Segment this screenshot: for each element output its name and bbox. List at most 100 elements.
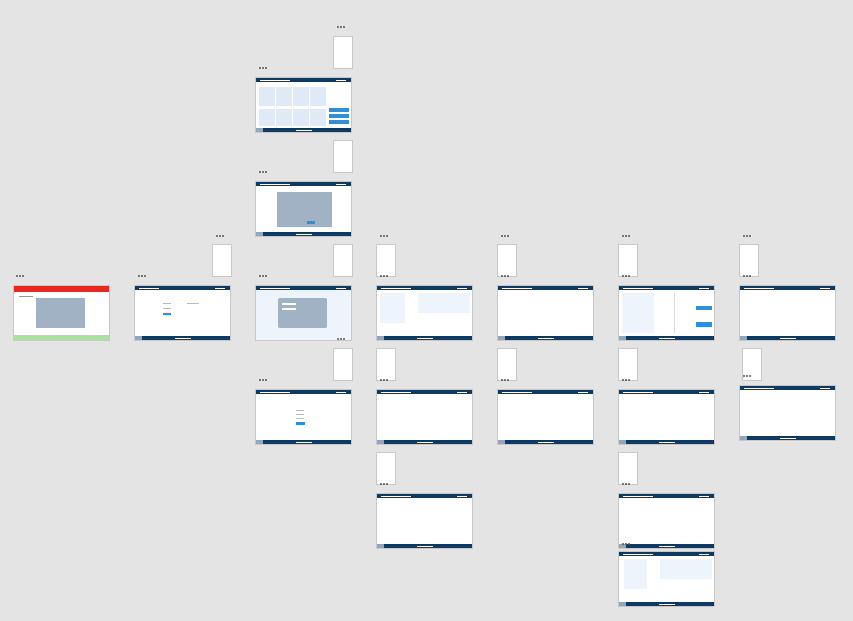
header-bar xyxy=(377,286,472,290)
more-icon[interactable] xyxy=(743,235,752,238)
screen-dashboard[interactable] xyxy=(255,77,352,133)
header-bar xyxy=(740,386,835,390)
more-icon[interactable] xyxy=(622,543,631,546)
header-bar xyxy=(740,286,835,290)
more-icon[interactable] xyxy=(216,235,225,238)
divider xyxy=(674,293,675,333)
login-field[interactable] xyxy=(282,303,296,305)
note-card xyxy=(333,348,353,381)
footer-bar xyxy=(135,336,230,340)
header-bar xyxy=(256,78,351,82)
action-button[interactable] xyxy=(696,322,712,327)
header-bar xyxy=(498,286,593,290)
screen-blank[interactable] xyxy=(497,285,594,341)
note-card xyxy=(497,348,517,381)
footer-bar xyxy=(256,128,351,132)
card xyxy=(293,109,309,126)
more-icon[interactable] xyxy=(380,379,389,382)
side-panel xyxy=(380,293,405,323)
form-field xyxy=(163,303,171,304)
more-icon[interactable] xyxy=(337,338,346,341)
action-button[interactable] xyxy=(329,120,349,124)
modal-dialog xyxy=(277,192,332,227)
note-card xyxy=(497,244,517,277)
screen-modal[interactable] xyxy=(255,181,352,237)
screen-login[interactable] xyxy=(255,285,352,341)
screen-blank[interactable] xyxy=(497,389,594,445)
content-panel xyxy=(418,293,470,313)
screen-blank[interactable] xyxy=(618,493,715,549)
confirm-button[interactable] xyxy=(307,221,315,224)
footer-bar xyxy=(377,440,472,444)
content-panel xyxy=(660,559,712,579)
screen-blank[interactable] xyxy=(739,285,836,341)
side-panel xyxy=(622,293,654,333)
submit-button[interactable] xyxy=(163,313,171,315)
card xyxy=(293,87,309,106)
screen-form[interactable] xyxy=(134,285,231,341)
note-card xyxy=(212,244,232,277)
screen-blank[interactable] xyxy=(618,389,715,445)
save-button[interactable] xyxy=(296,422,305,425)
card xyxy=(259,87,275,106)
more-icon[interactable] xyxy=(380,275,389,278)
header-bar xyxy=(498,390,593,394)
footer-bar xyxy=(256,232,351,236)
more-icon[interactable] xyxy=(259,171,268,174)
screen-error[interactable] xyxy=(13,285,110,341)
card xyxy=(310,87,326,106)
screen-blank[interactable] xyxy=(376,493,473,549)
card xyxy=(276,109,292,126)
more-icon[interactable] xyxy=(501,275,510,278)
more-icon[interactable] xyxy=(622,483,631,486)
screen-list-detail[interactable] xyxy=(618,551,715,607)
footer-bar xyxy=(619,602,714,606)
action-button[interactable] xyxy=(329,114,349,118)
footer-bar xyxy=(619,544,714,548)
more-icon[interactable] xyxy=(380,235,389,238)
header-bar xyxy=(619,286,714,290)
more-icon[interactable] xyxy=(337,26,346,29)
screen-blank[interactable] xyxy=(376,389,473,445)
more-icon[interactable] xyxy=(259,379,268,382)
more-icon[interactable] xyxy=(622,275,631,278)
screen-list-detail[interactable] xyxy=(376,285,473,341)
placeholder-text xyxy=(19,296,33,297)
header-bar xyxy=(135,286,230,290)
action-button[interactable] xyxy=(696,306,712,310)
header-bar xyxy=(619,390,714,394)
form-field xyxy=(296,410,304,411)
more-icon[interactable] xyxy=(501,235,510,238)
more-icon[interactable] xyxy=(259,275,268,278)
more-icon[interactable] xyxy=(501,379,510,382)
screen-three-column[interactable] xyxy=(618,285,715,341)
more-icon[interactable] xyxy=(622,235,631,238)
footer-bar xyxy=(619,336,714,340)
header-bar xyxy=(256,286,351,290)
more-icon[interactable] xyxy=(622,379,631,382)
more-icon[interactable] xyxy=(138,275,147,278)
footer-bar xyxy=(619,440,714,444)
error-dialog xyxy=(36,298,85,328)
more-icon[interactable] xyxy=(16,275,25,278)
footer-bar xyxy=(377,544,472,548)
header-bar xyxy=(377,390,472,394)
success-bar xyxy=(14,335,109,340)
error-bar xyxy=(14,286,109,292)
more-icon[interactable] xyxy=(743,275,752,278)
login-field[interactable] xyxy=(282,308,296,310)
screen-blank[interactable] xyxy=(739,385,836,441)
footer-bar xyxy=(498,440,593,444)
header-bar xyxy=(256,390,351,394)
note-card xyxy=(739,244,759,277)
header-bar xyxy=(619,552,714,556)
note-card xyxy=(333,36,353,69)
screen-settings[interactable] xyxy=(255,389,352,445)
footer-bar xyxy=(740,336,835,340)
more-icon[interactable] xyxy=(259,67,268,70)
card xyxy=(276,87,292,106)
side-panel xyxy=(624,559,647,589)
more-icon[interactable] xyxy=(380,483,389,486)
action-button[interactable] xyxy=(329,108,349,112)
more-icon[interactable] xyxy=(743,375,752,378)
